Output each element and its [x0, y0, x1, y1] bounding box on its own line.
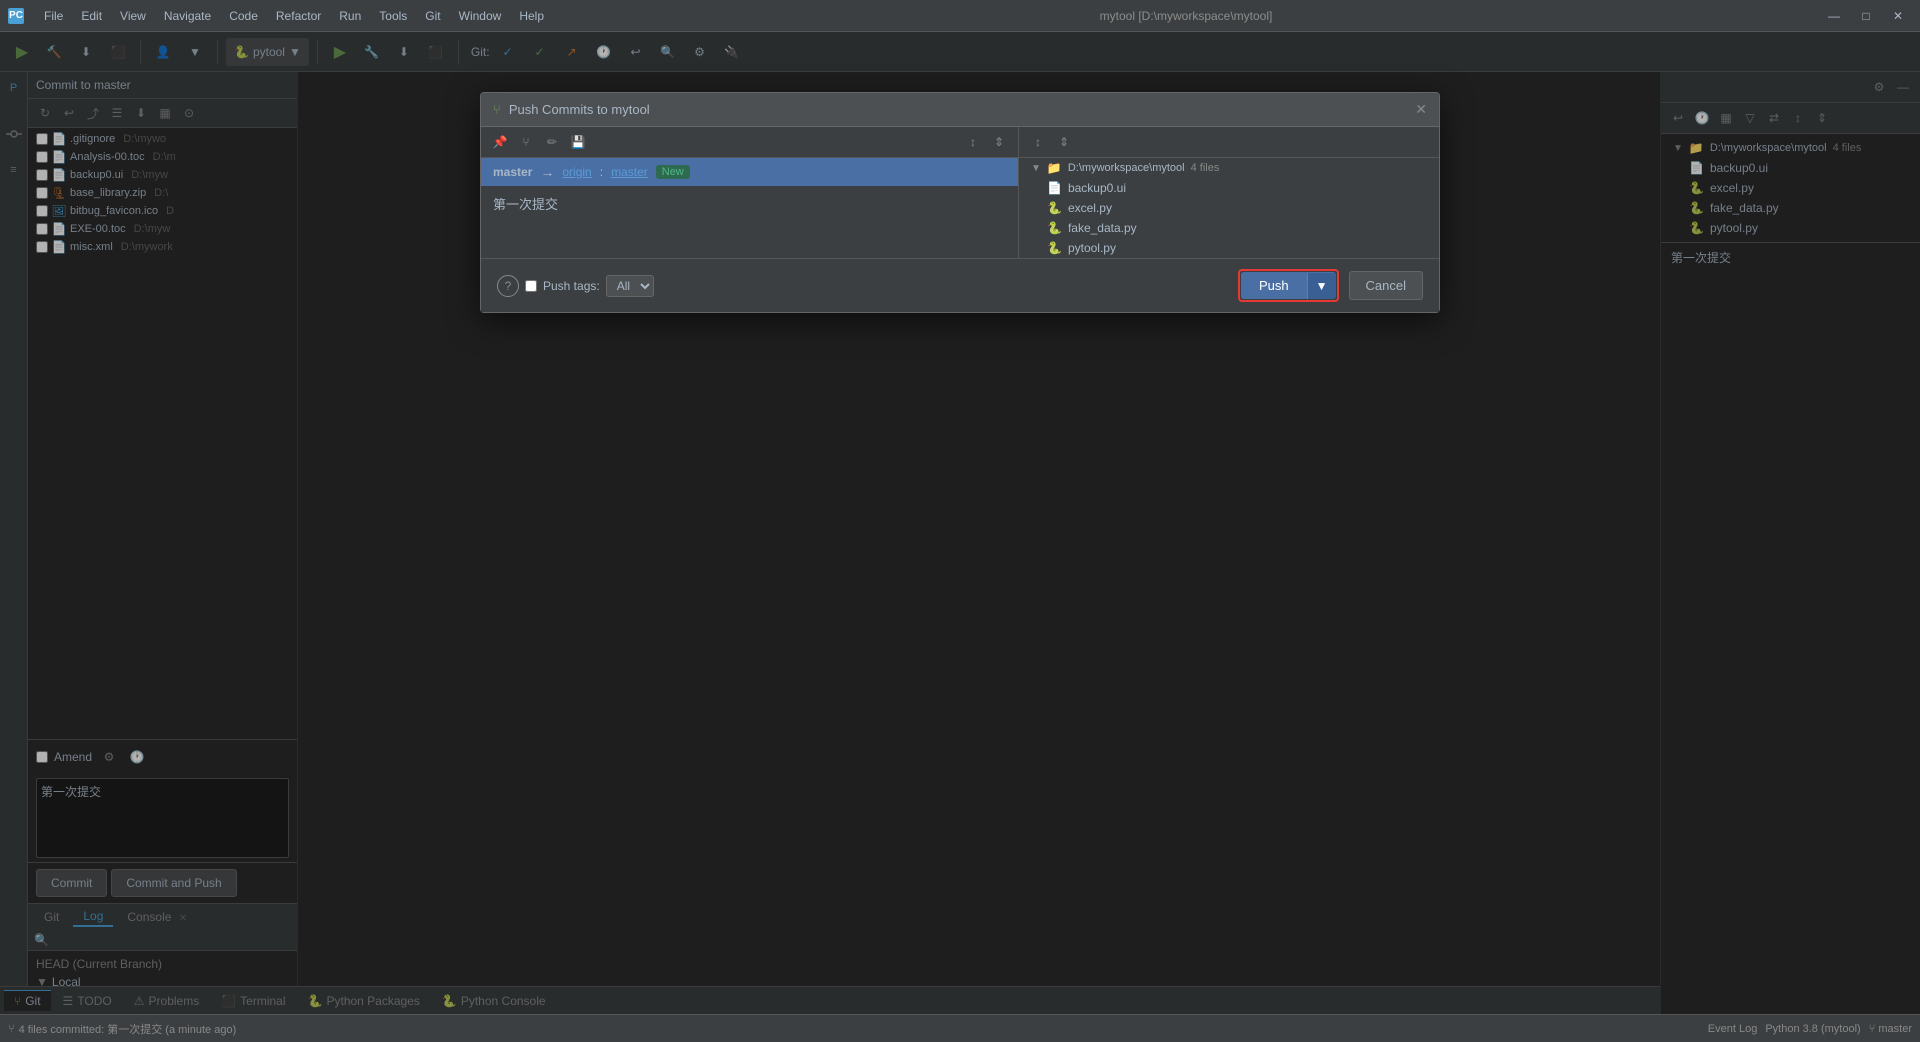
menu-bar: File Edit View Navigate Code Refactor Ru… [36, 7, 552, 25]
menu-file[interactable]: File [36, 7, 71, 25]
minimize-button[interactable]: — [1820, 2, 1848, 30]
dialog-commit-msg-text: 第一次提交 [493, 197, 558, 212]
new-badge: New [656, 165, 690, 179]
python-version-label: Python 3.8 (mytool) [1765, 1023, 1860, 1035]
dialog-overlay: ⑂ Push Commits to mytool ✕ 📌 ⑂ ✏ 💾 ↕ ⇕ [0, 32, 1920, 1014]
dialog-title-bar: ⑂ Push Commits to mytool ✕ [481, 93, 1439, 127]
dialog-title-text: Push Commits to mytool [509, 102, 650, 117]
menu-code[interactable]: Code [221, 7, 266, 25]
menu-run[interactable]: Run [331, 7, 369, 25]
origin-link[interactable]: origin [562, 165, 591, 179]
menu-git[interactable]: Git [417, 7, 448, 25]
dialog-right-panel: ↕ ⇕ ▼ 📁 D:\myworkspace\mytool 4 files 📄 … [1019, 127, 1439, 258]
title-bar: PC File Edit View Navigate Code Refactor… [0, 0, 1920, 32]
push-dropdown-arrow[interactable]: ▼ [1307, 273, 1336, 299]
close-button[interactable]: ✕ [1884, 2, 1912, 30]
branch-arrow-icon: → [540, 164, 554, 180]
dlg-rp-btn1[interactable]: ↕ [1027, 131, 1049, 153]
dlg-file-count-text: 4 files [1191, 162, 1220, 174]
branch-from-label: master [493, 165, 532, 179]
dlg-folder-path: D:\myworkspace\mytool [1068, 162, 1185, 174]
branch-push-row[interactable]: master → origin : master New [481, 158, 1018, 186]
dlg-file-fake[interactable]: 🐍 fake_data.py [1019, 218, 1439, 238]
dialog-title: ⑂ Push Commits to mytool [493, 102, 650, 117]
dialog-left-toolbar: 📌 ⑂ ✏ 💾 ↕ ⇕ [481, 127, 1018, 158]
push-button-container: Push ▼ [1238, 269, 1339, 302]
dlg-ui-icon: 📄 [1047, 181, 1062, 195]
dlg-branch-btn[interactable]: ⑂ [515, 131, 537, 153]
status-git-icon: ⑂ [8, 1023, 15, 1035]
window-controls: — □ ✕ [1820, 2, 1912, 30]
help-button[interactable]: ? [497, 275, 519, 297]
logo-text: PC [9, 10, 23, 21]
push-button[interactable]: Push [1241, 272, 1307, 299]
dlg-file-name-pytool: pytool.py [1068, 241, 1116, 255]
menu-refactor[interactable]: Refactor [268, 7, 329, 25]
status-bar-left: ⑂ 4 files committed: 第一次提交 (a minute ago… [8, 1021, 236, 1037]
branch-to-link[interactable]: master [611, 165, 648, 179]
dlg-py-icon-excel: 🐍 [1047, 201, 1062, 215]
push-button-group: Push ▼ [1241, 272, 1336, 299]
dlg-edit-btn[interactable]: ✏ [541, 131, 563, 153]
dlg-folder-expand-icon: ▼ [1031, 163, 1041, 174]
push-tags-row: ? Push tags: All [497, 275, 654, 297]
dlg-file-excel[interactable]: 🐍 excel.py [1019, 198, 1439, 218]
event-log-label[interactable]: Event Log [1708, 1023, 1758, 1035]
status-bar-right: Event Log Python 3.8 (mytool) ⑂ master [1708, 1023, 1912, 1035]
dialog-commit-msg: 第一次提交 [481, 186, 1018, 221]
menu-navigate[interactable]: Navigate [156, 7, 219, 25]
menu-window[interactable]: Window [451, 7, 510, 25]
branch-icon: ⑂ [1869, 1023, 1876, 1035]
dlg-file-name-backup: backup0.ui [1068, 181, 1126, 195]
push-commits-dialog: ⑂ Push Commits to mytool ✕ 📌 ⑂ ✏ 💾 ↕ ⇕ [480, 92, 1440, 313]
push-tags-checkbox[interactable] [525, 280, 537, 292]
menu-edit[interactable]: Edit [73, 7, 110, 25]
menu-view[interactable]: View [112, 7, 154, 25]
dlg-file-backup[interactable]: 📄 backup0.ui [1019, 178, 1439, 198]
dialog-close-button[interactable]: ✕ [1415, 101, 1427, 118]
dialog-git-icon: ⑂ [493, 102, 501, 117]
dlg-py-icon-pytool: 🐍 [1047, 241, 1062, 255]
dlg-folder-icon: 📁 [1047, 161, 1062, 175]
app-logo: PC [8, 8, 24, 24]
dlg-file-name-fake: fake_data.py [1068, 221, 1137, 235]
dialog-left-panel: 📌 ⑂ ✏ 💾 ↕ ⇕ master → origin : master New [481, 127, 1019, 258]
dlg-file-pytool[interactable]: 🐍 pytool.py [1019, 238, 1439, 258]
dlg-pin-btn[interactable]: 📌 [489, 131, 511, 153]
dlg-rp-btn2[interactable]: ⇕ [1053, 131, 1075, 153]
maximize-button[interactable]: □ [1852, 2, 1880, 30]
menu-tools[interactable]: Tools [371, 7, 415, 25]
dlg-file-name-excel: excel.py [1068, 201, 1112, 215]
dialog-content: 📌 ⑂ ✏ 💾 ↕ ⇕ master → origin : master New [481, 127, 1439, 258]
dlg-folder-item[interactable]: ▼ 📁 D:\myworkspace\mytool 4 files [1019, 158, 1439, 178]
cancel-button[interactable]: Cancel [1349, 271, 1423, 300]
dlg-file-count: 4 files [1191, 162, 1220, 174]
status-bar: ⑂ 4 files committed: 第一次提交 (a minute ago… [0, 1014, 1920, 1042]
branch-colon: : [600, 165, 603, 179]
tags-select[interactable]: All [606, 275, 654, 297]
dlg-save-btn[interactable]: 💾 [567, 131, 589, 153]
status-left-text: 4 files committed: 第一次提交 (a minute ago) [19, 1021, 237, 1037]
branch-name: master [1878, 1023, 1912, 1035]
dlg-sort-btn[interactable]: ↕ [962, 131, 984, 153]
dialog-right-toolbar: ↕ ⇕ [1019, 127, 1439, 158]
menu-help[interactable]: Help [511, 7, 552, 25]
branch-status[interactable]: ⑂ master [1869, 1023, 1912, 1035]
window-title: mytool [D:\myworkspace\mytool] [560, 9, 1812, 23]
dialog-footer: ? Push tags: All Push ▼ Cancel [481, 258, 1439, 312]
push-tags-label: Push tags: [543, 279, 600, 293]
dlg-sort2-btn[interactable]: ⇕ [988, 131, 1010, 153]
dlg-py-icon-fake: 🐍 [1047, 221, 1062, 235]
